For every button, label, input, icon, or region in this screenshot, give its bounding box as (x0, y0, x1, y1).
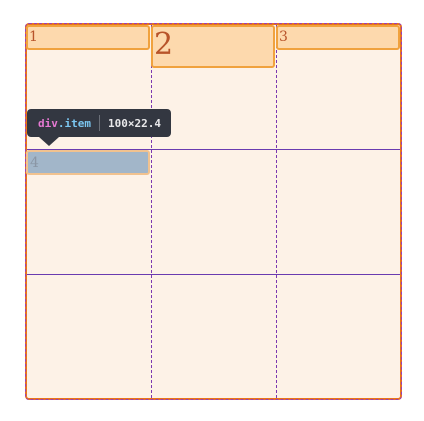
grid-item-3[interactable]: 3 (276, 25, 400, 50)
tooltip-tag-name: div (38, 116, 58, 130)
tooltip-class-name: .item (57, 116, 91, 130)
tooltip-width: 100 (108, 116, 128, 130)
grid-column-line (151, 25, 152, 398)
tooltip-divider (99, 115, 100, 131)
grid-item-4-highlighted[interactable]: 4 (26, 150, 150, 175)
grid-container[interactable] (25, 23, 402, 400)
grid-item-1[interactable]: 1 (26, 25, 150, 50)
tooltip-height: 22.4 (134, 116, 162, 130)
tooltip-dimensions: 100×22.4 (108, 117, 161, 130)
grid-row-line (27, 274, 400, 275)
element-inspector-tooltip: div .item 100×22.4 (27, 109, 171, 146)
grid-inspector-view: 1 2 3 4 div .item 100×22.4 (0, 0, 424, 421)
grid-item-2[interactable]: 2 (151, 25, 275, 68)
grid-column-line (276, 25, 277, 398)
tooltip-times-sign: × (127, 116, 135, 130)
